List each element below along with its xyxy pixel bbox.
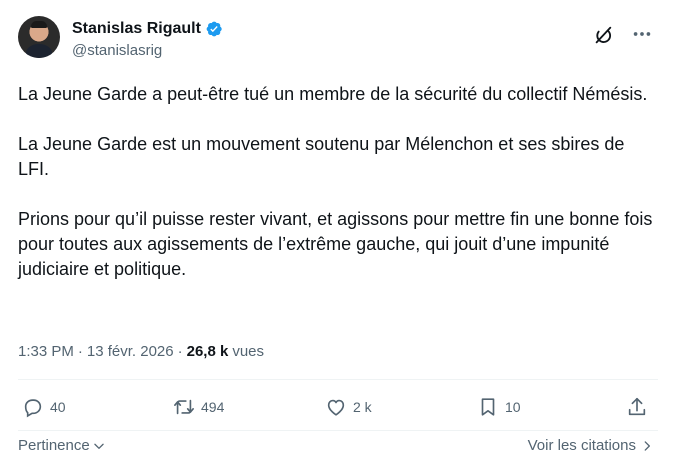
author-name-row[interactable]: Stanislas Rigault — [72, 20, 223, 38]
views-count: 26,8 k — [186, 343, 229, 360]
meta-separator: · — [177, 343, 183, 360]
more-options-icon[interactable] — [630, 22, 654, 46]
bookmark-count: 10 — [505, 399, 521, 415]
tweet-time[interactable]: 1:33 PM — [18, 343, 74, 360]
divider — [18, 379, 658, 380]
sort-replies-dropdown[interactable]: Pertinence — [18, 437, 106, 454]
reply-count: 40 — [50, 399, 66, 415]
sort-label: Pertinence — [18, 437, 90, 454]
verified-badge-icon — [205, 20, 223, 38]
like-button[interactable]: 2 k — [325, 396, 372, 418]
bookmark-icon — [481, 398, 495, 416]
tweet-date[interactable]: 13 févr. 2026 — [87, 343, 174, 360]
view-quotes-link[interactable]: Voir les citations — [528, 437, 654, 454]
reply-icon — [24, 399, 42, 418]
meta-separator: · — [77, 343, 83, 360]
avatar[interactable] — [18, 16, 60, 58]
bookmark-button[interactable]: 10 — [477, 396, 521, 418]
replies-footer: Pertinence Voir les citations — [18, 437, 658, 457]
views-label: vues — [232, 343, 265, 360]
like-count: 2 k — [353, 399, 372, 415]
repost-icon — [174, 399, 194, 415]
author-display-name[interactable]: Stanislas Rigault — [72, 20, 201, 38]
chevron-right-icon — [644, 440, 650, 451]
tweet-paragraph: La Jeune Garde a peut-être tué un membre… — [18, 84, 648, 104]
divider — [18, 430, 658, 431]
tweet-paragraph: La Jeune Garde est un mouvement soutenu … — [18, 134, 625, 179]
share-button[interactable] — [626, 396, 648, 418]
view-quotes-label: Voir les citations — [527, 437, 636, 454]
tweet-paragraph: Prions pour qu’il puisse rester vivant, … — [18, 209, 653, 279]
heart-icon — [327, 399, 345, 416]
repost-button[interactable]: 494 — [173, 396, 224, 418]
tweet-meta: 1:33 PM · 13 févr. 2026 · 26,8 k vues — [18, 343, 264, 360]
tweet-text: La Jeune Garde a peut-être tué un membre… — [18, 82, 658, 307]
repost-count: 494 — [201, 399, 225, 415]
tweet-header: Stanislas Rigault @stanislasrig — [18, 14, 658, 62]
author-handle[interactable]: @stanislasrig — [72, 42, 162, 59]
share-icon — [628, 397, 646, 416]
action-bar: 40 494 2 k 10 — [18, 396, 658, 426]
reply-button[interactable]: 40 — [22, 396, 66, 418]
grok-icon[interactable] — [592, 24, 614, 46]
chevron-down-icon — [93, 443, 104, 449]
